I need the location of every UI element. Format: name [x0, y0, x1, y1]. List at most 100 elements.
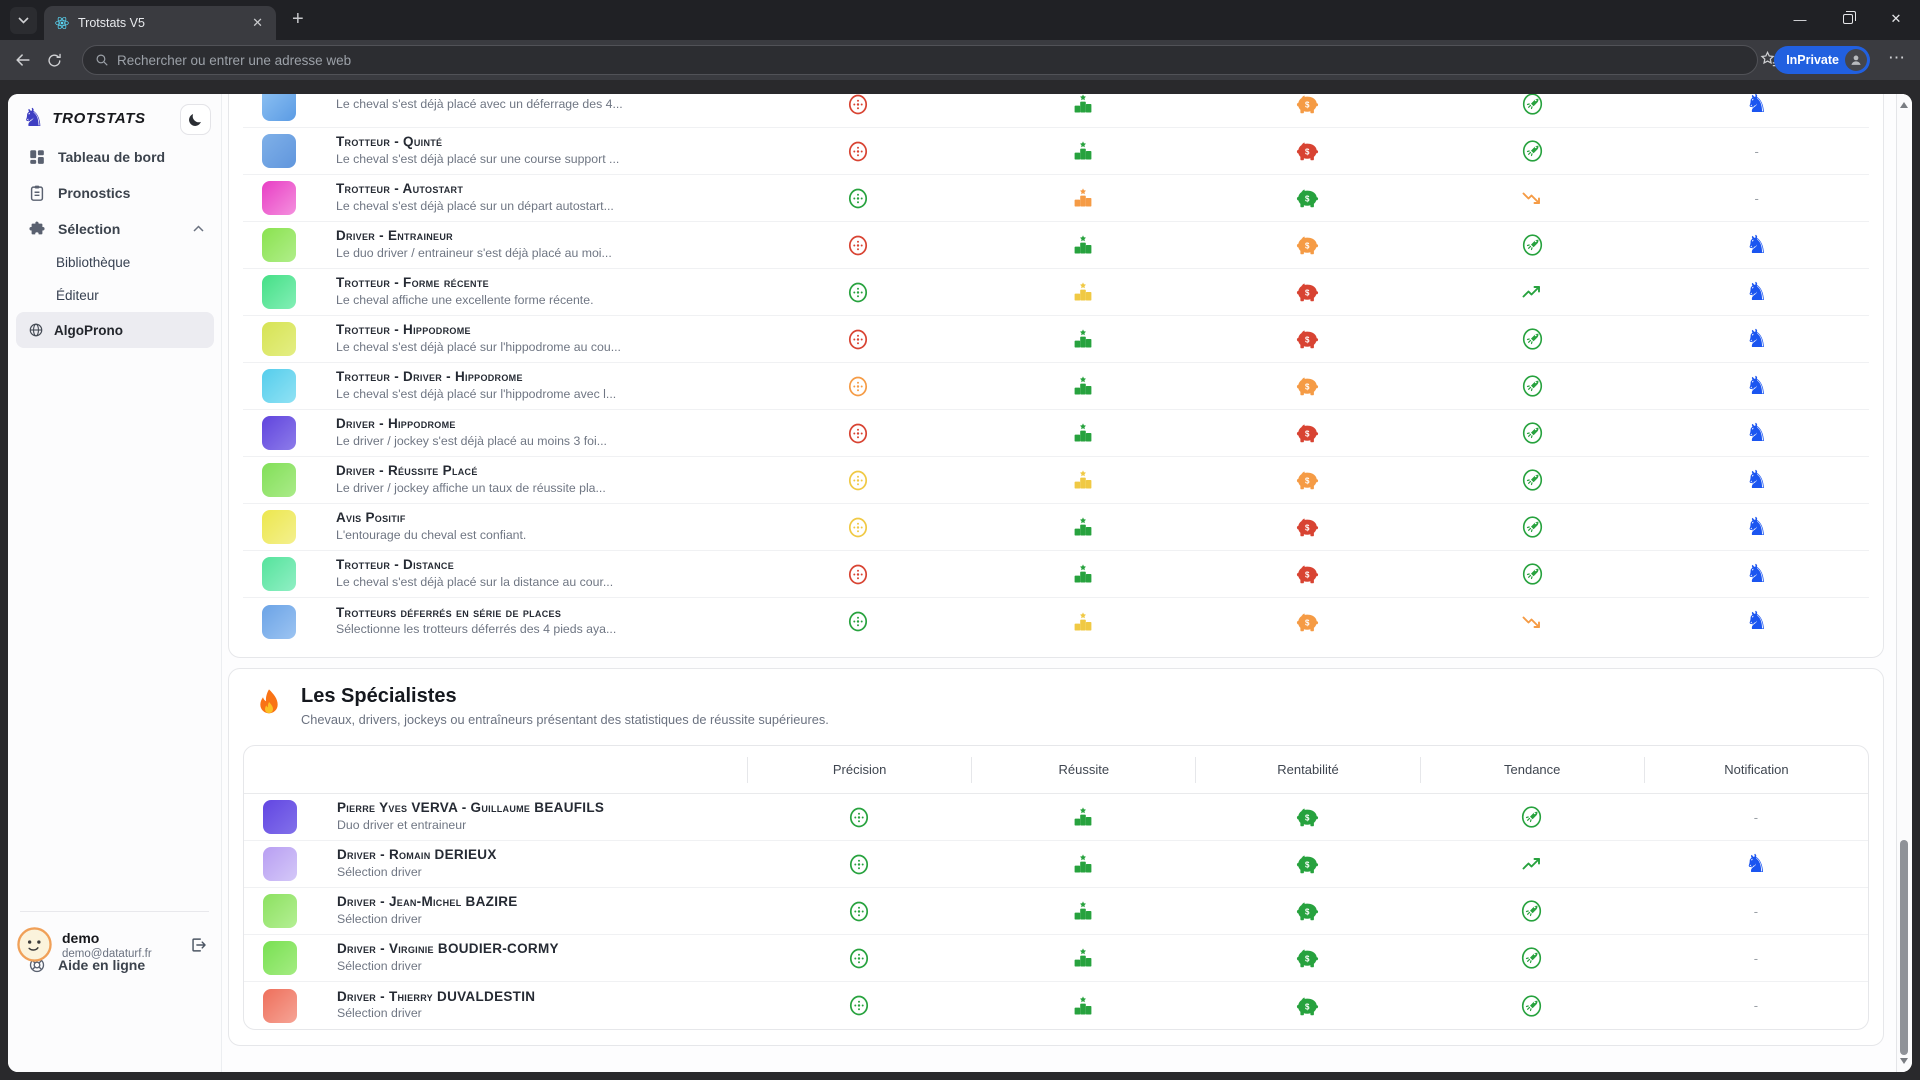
tendance-cell	[1420, 515, 1645, 539]
algo-row[interactable]: Trotteur - Distance Le cheval s'est déjà…	[243, 551, 1869, 598]
reussite-podium-icon	[1072, 234, 1094, 256]
algo-row[interactable]: Trotteurs déferrés en série de places Sé…	[243, 598, 1869, 645]
algo-row[interactable]: Trotteur - Quinté Le cheval s'est déjà p…	[243, 128, 1869, 175]
svg-text:$: $	[1305, 100, 1310, 109]
refresh-button[interactable]	[46, 52, 63, 69]
precision-cell	[746, 94, 971, 116]
precision-cell	[746, 375, 971, 398]
reussite-cell	[971, 611, 1196, 633]
inprivate-badge[interactable]: InPrivate	[1774, 46, 1870, 74]
notification-cell: -	[1644, 951, 1868, 966]
window-close-button[interactable]: ✕	[1872, 0, 1920, 38]
chevron-up-icon	[193, 223, 204, 235]
notification-dash: -	[1755, 191, 1759, 206]
reussite-cell	[971, 469, 1196, 491]
sidebar-item-editeur[interactable]: Éditeur	[8, 279, 222, 312]
algo-color-square	[262, 369, 296, 403]
rentabilite-cell: $	[1195, 422, 1420, 444]
notification-dash: -	[1754, 951, 1758, 966]
scrollbar[interactable]	[1896, 94, 1910, 1072]
tendance-cell	[1420, 852, 1644, 876]
row-description: Le duo driver / entraineur s'est déjà pl…	[336, 246, 612, 262]
window-restore-button[interactable]	[1824, 0, 1872, 38]
window-minimize-button[interactable]: —	[1776, 0, 1824, 38]
algo-row[interactable]: Trotteur - Forme récente Le cheval affic…	[243, 269, 1869, 316]
tab-title: Trotstats V5	[78, 16, 241, 30]
new-tab-button[interactable]: +	[292, 8, 304, 31]
sidebar-item-bibliotheque[interactable]: Bibliothèque	[8, 246, 222, 279]
address-bar[interactable]: Rechercher ou entrer une adresse web	[82, 45, 1758, 75]
brand-name: TROTSTATS	[52, 110, 145, 127]
algo-row[interactable]: Le cheval s'est déjà placé avec un défer…	[243, 94, 1869, 128]
algo-row[interactable]: Driver - Hippodrome Le driver / jockey s…	[243, 410, 1869, 457]
precision-cell	[746, 422, 971, 445]
svg-text:$: $	[1305, 813, 1310, 822]
algo-color-square	[262, 463, 296, 497]
row-name-cell: Trotteur - Quinté Le cheval s'est déjà p…	[243, 134, 746, 168]
specialist-row[interactable]: Driver - Virginie BOUDIER-CORMY Sélectio…	[244, 935, 1868, 982]
row-title: Trotteur - Distance	[336, 557, 613, 574]
sidebar-item-selection[interactable]: Sélection	[8, 211, 222, 247]
scrollbar-thumb[interactable]	[1900, 840, 1908, 1055]
browser-tab[interactable]: Trotstats V5 ✕	[44, 6, 276, 40]
reussite-podium-icon	[1072, 995, 1094, 1017]
main-content: Le cheval s'est déjà placé avec un défer…	[222, 94, 1912, 1072]
row-title: Driver - Réussite Placé	[336, 463, 606, 480]
column-header-reussite: Réussite	[971, 757, 1195, 783]
precision-target-icon	[848, 853, 870, 876]
sidebar-item-pronostics[interactable]: Pronostics	[8, 175, 222, 211]
precision-cell	[746, 563, 971, 586]
column-header-tendance: Tendance	[1420, 757, 1644, 783]
algo-color-square	[262, 510, 296, 544]
notification-cell: ♞	[1644, 515, 1869, 540]
row-title: Trotteur - Hippodrome	[336, 322, 621, 339]
scroll-down-arrow-icon[interactable]	[1900, 1058, 1908, 1064]
specialist-row[interactable]: Driver - Jean-Michel BAZIRE Sélection dr…	[244, 888, 1868, 935]
sidebar-item-tableau-de-bord[interactable]: Tableau de bord	[8, 139, 222, 175]
rentabilite-cell: $	[1195, 563, 1420, 585]
row-description: Le driver / jockey s'est déjà placé au m…	[336, 434, 607, 450]
back-button[interactable]	[14, 51, 32, 69]
algo-row[interactable]: Trotteur - Hippodrome Le cheval s'est dé…	[243, 316, 1869, 363]
specialist-row[interactable]: Driver - Romain DERIEUX Sélection driver…	[244, 841, 1868, 888]
row-title: Driver - Romain DERIEUX	[337, 847, 497, 864]
reussite-podium-icon	[1072, 140, 1094, 162]
reussite-cell	[971, 900, 1195, 922]
reussite-cell	[971, 516, 1196, 538]
algo-row[interactable]: Driver - Réussite Placé Le driver / jock…	[243, 457, 1869, 504]
tendance-rocket-icon	[1521, 233, 1544, 257]
row-name-cell: Pierre Yves VERVA - Guillaume BEAUFILS D…	[244, 800, 747, 834]
reussite-podium-icon	[1072, 611, 1094, 633]
row-title: Trotteur - Forme récente	[336, 275, 593, 292]
dark-mode-toggle[interactable]	[180, 104, 211, 135]
algo-row[interactable]: Trotteur - Autostart Le cheval s'est déj…	[243, 175, 1869, 222]
row-title: Avis Positif	[336, 510, 526, 527]
tendance-rocket-icon	[1521, 515, 1544, 539]
reussite-cell	[971, 995, 1195, 1017]
specialist-row[interactable]: Driver - Thierry DUVALDESTIN Sélection d…	[244, 982, 1868, 1029]
svg-text:$: $	[1305, 429, 1310, 438]
rentabilite-cell: $	[1195, 900, 1419, 922]
sidebar-item-algoprono-active[interactable]: AlgoProno	[16, 312, 214, 348]
notification-knight-icon: ♞	[1745, 233, 1767, 258]
algo-color-square	[262, 605, 296, 639]
logout-button[interactable]	[189, 936, 207, 959]
algo-row[interactable]: Trotteur - Driver - Hippodrome Le cheval…	[243, 363, 1869, 410]
scroll-up-arrow-icon[interactable]	[1900, 102, 1908, 108]
tab-close-icon[interactable]: ✕	[249, 15, 266, 31]
tendance-rocket-icon	[1521, 421, 1544, 445]
algo-row[interactable]: Avis Positif L'entourage du cheval est c…	[243, 504, 1869, 551]
specialists-card: Les Spécialistes Chevaux, drivers, jocke…	[228, 668, 1884, 1046]
svg-text:$: $	[1305, 382, 1310, 391]
reussite-cell	[971, 947, 1195, 969]
rentabilite-piggybank-icon: $	[1295, 281, 1319, 303]
tab-search-chevron-icon[interactable]	[10, 7, 37, 34]
clipboard-icon	[28, 184, 46, 202]
specialist-row[interactable]: Pierre Yves VERVA - Guillaume BEAUFILS D…	[244, 794, 1868, 841]
algo-row[interactable]: Driver - Entraineur Le duo driver / entr…	[243, 222, 1869, 269]
notification-cell: -	[1644, 191, 1869, 206]
notification-cell: ♞	[1644, 468, 1869, 493]
browser-menu-button[interactable]: ⋯	[1888, 48, 1906, 68]
notification-dash: -	[1754, 810, 1758, 825]
address-placeholder: Rechercher ou entrer une adresse web	[117, 53, 351, 68]
